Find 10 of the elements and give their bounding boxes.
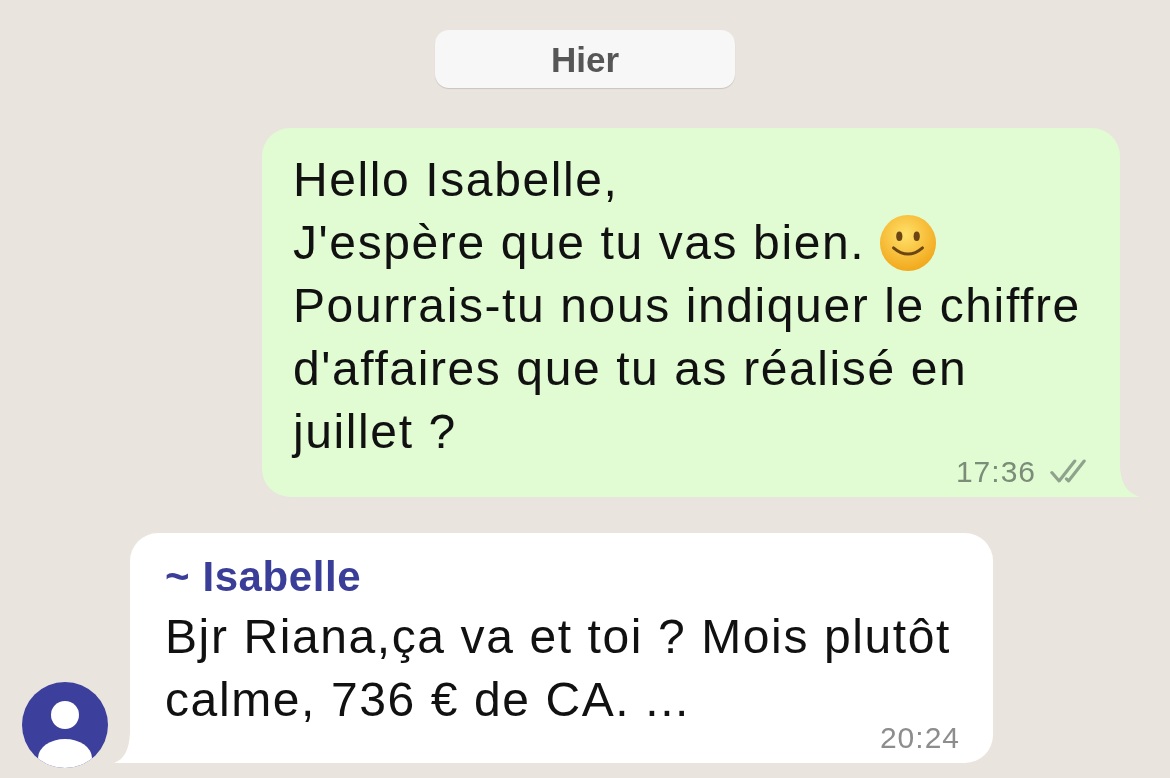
- sender-name: ~ Isabelle: [165, 552, 363, 602]
- message-time: 20:24: [879, 727, 960, 749]
- message-text: Pourrais-tu nous indiquer le chiffre d'affaires que tu as réalisé en juillet ?: [293, 279, 1081, 458]
- smiley-icon: [879, 213, 938, 272]
- avatar-icon: [22, 682, 108, 768]
- message-text: Hello Isabelle,: [293, 153, 619, 206]
- message-time: 17:36: [955, 461, 1036, 483]
- message-text: J'espère que tu vas bien.: [293, 215, 866, 271]
- date-label: Hier: [435, 30, 735, 88]
- message-text: Bjr Riana,ça va et toi ? Mois plutôt calme, 736 € de CA. ...: [165, 610, 951, 726]
